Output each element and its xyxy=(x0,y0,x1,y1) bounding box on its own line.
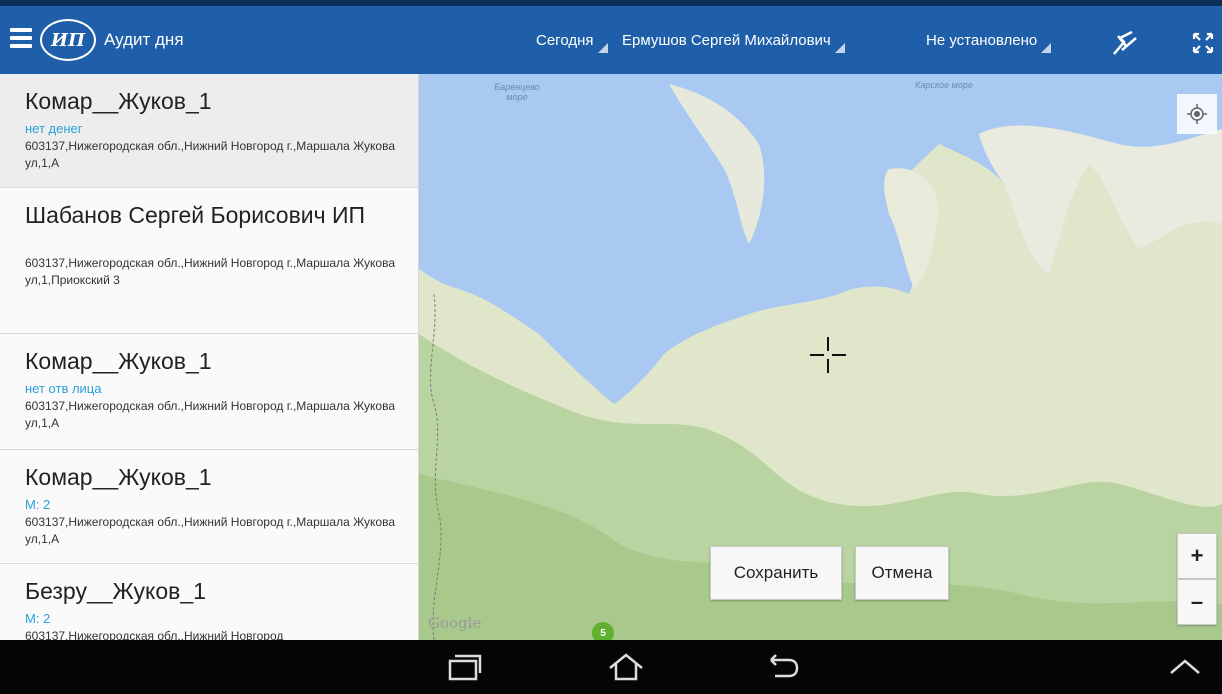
item-status xyxy=(25,235,396,253)
list-item[interactable]: Комар__Жуков_1 нет денег 603137,Нижегоро… xyxy=(0,74,418,188)
date-filter[interactable]: Сегодня xyxy=(536,32,608,53)
list-item[interactable]: Комар__Жуков_1 М: 2 603137,Нижегородская… xyxy=(0,450,418,564)
location-icon xyxy=(1187,104,1207,124)
item-status: нет отв лица xyxy=(25,381,102,396)
page-title: Аудит дня xyxy=(104,30,184,49)
item-status: М: 2 xyxy=(25,611,51,626)
item-name: Комар__Жуков_1 xyxy=(25,464,212,490)
my-location-button[interactable] xyxy=(1177,94,1217,134)
google-logo: Google xyxy=(428,614,482,632)
client-list[interactable]: Комар__Жуков_1 нет денег 603137,Нижегоро… xyxy=(0,74,419,640)
map-view[interactable]: Баренцево море Карское море Сохранить От… xyxy=(419,74,1222,640)
map-label-kara: Карское море xyxy=(915,80,973,90)
list-item[interactable]: Шабанов Сергей Борисович ИП 603137,Нижег… xyxy=(0,188,418,334)
back-icon[interactable] xyxy=(746,640,816,694)
route-icon[interactable] xyxy=(1108,26,1142,60)
chevron-up-icon[interactable] xyxy=(1150,640,1220,694)
item-name: Шабанов Сергей Борисович ИП xyxy=(25,202,366,228)
crosshair-icon xyxy=(810,337,846,373)
person-filter[interactable]: Ермушов Сергей Михайлович xyxy=(622,32,845,53)
recent-apps-icon[interactable] xyxy=(430,640,500,694)
map-label-barents: Баренцево море xyxy=(494,82,540,102)
item-name: Комар__Жуков_1 xyxy=(25,88,212,114)
item-address: 603137,Нижегородская обл.,Нижний Новгоро… xyxy=(25,515,395,546)
item-status: нет денег xyxy=(25,121,83,136)
fullscreen-icon[interactable] xyxy=(1186,26,1220,60)
item-name: Комар__Жуков_1 xyxy=(25,348,212,374)
status-filter[interactable]: Не установлено xyxy=(926,32,1052,53)
item-address: 603137,Нижегородская обл.,Нижний Новгоро… xyxy=(25,629,284,640)
list-item[interactable]: Комар__Жуков_1 нет отв лица 603137,Нижег… xyxy=(0,334,418,450)
item-name: Безру__Жуков_1 xyxy=(25,578,206,604)
zoom-out-button[interactable]: – xyxy=(1177,579,1217,625)
item-address: 603137,Нижегородская обл.,Нижний Новгоро… xyxy=(25,399,395,430)
home-icon[interactable] xyxy=(591,640,661,694)
zoom-in-button[interactable]: + xyxy=(1177,533,1217,579)
system-nav-bar xyxy=(0,640,1222,694)
app-logo: ИП xyxy=(40,19,96,61)
menu-icon[interactable] xyxy=(10,28,32,52)
cancel-button[interactable]: Отмена xyxy=(855,546,949,600)
app-bar: ИП Аудит дня Сегодня Ермушов Сергей Миха… xyxy=(0,0,1222,74)
item-address: 603137,Нижегородская обл.,Нижний Новгоро… xyxy=(25,256,395,287)
item-status: М: 2 xyxy=(25,497,51,512)
list-item[interactable]: Безру__Жуков_1 М: 2 603137,Нижегородская… xyxy=(0,564,418,640)
marker-cluster[interactable]: 5 xyxy=(592,622,614,640)
item-address: 603137,Нижегородская обл.,Нижний Новгоро… xyxy=(25,139,395,170)
save-button[interactable]: Сохранить xyxy=(710,546,842,600)
